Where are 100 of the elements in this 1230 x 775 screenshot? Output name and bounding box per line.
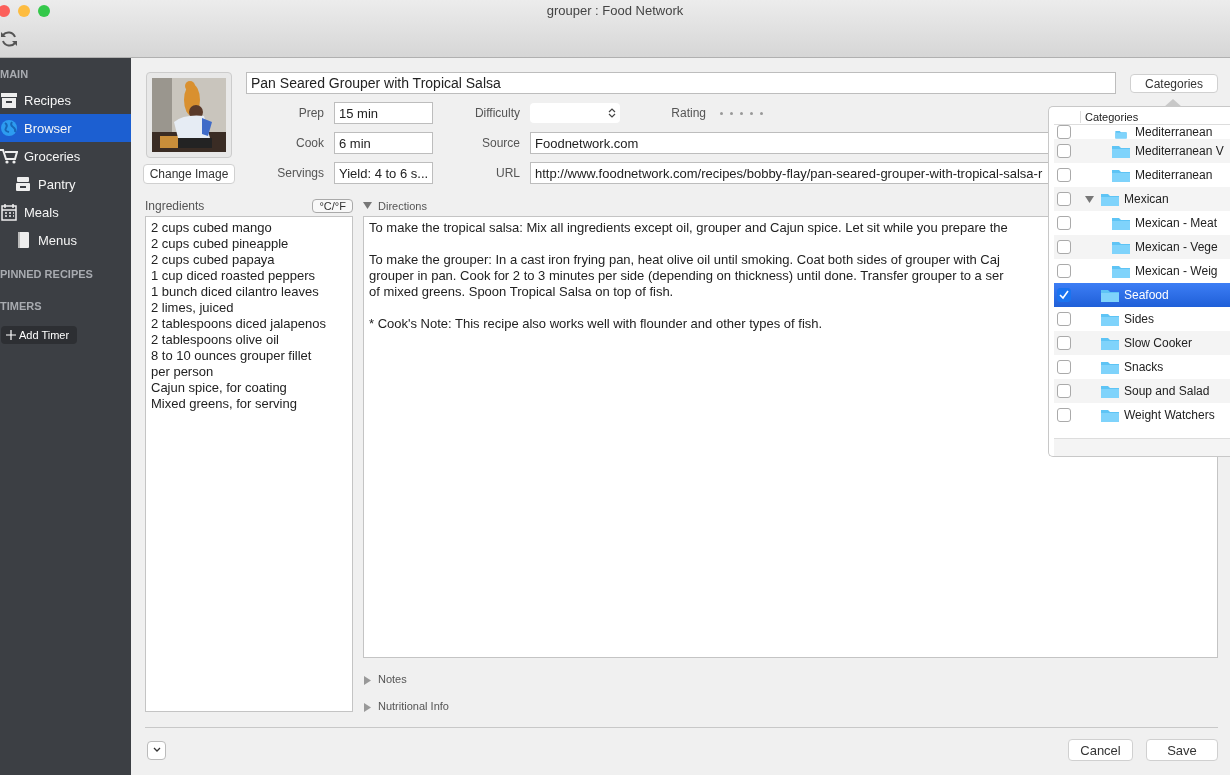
sidebar-item[interactable]: Groceries [0, 142, 131, 170]
chevron-down-icon [152, 747, 161, 753]
close-button[interactable] [0, 4, 10, 17]
text-line: * Cook's Note: This recipe also works well with flounder and other types of fish. [369, 315, 823, 332]
section-label: Ingredients [145, 199, 205, 213]
add-timer-button[interactable]: Add Timer [1, 326, 78, 344]
category-row[interactable]: Sides [1054, 307, 1230, 331]
field-label: Difficulty [473, 106, 520, 120]
checkbox[interactable] [1057, 240, 1071, 254]
category-row[interactable]: Slow Cooker [1054, 331, 1230, 355]
checkbox[interactable] [1057, 192, 1071, 206]
field-label: Prep [297, 106, 324, 120]
window-title: grouper : Food Network [546, 3, 684, 19]
checkbox[interactable] [1057, 288, 1071, 302]
ingredient-line: per person [151, 364, 215, 380]
expand-button[interactable] [147, 740, 166, 760]
checkbox[interactable] [1057, 312, 1071, 326]
refresh-icon[interactable] [0, 29, 19, 50]
section-header: TIMERS [0, 300, 42, 312]
folder-icon [1111, 239, 1131, 255]
sidebar-item[interactable]: Meals [0, 198, 131, 226]
units-button[interactable]: °C/°F [312, 199, 353, 213]
folder-icon [1111, 215, 1131, 231]
field-label: Servings [276, 166, 324, 180]
ingredient-line: 2 tablespoons olive oil [151, 332, 280, 348]
checkbox[interactable] [1057, 144, 1071, 158]
checkbox[interactable] [1057, 125, 1071, 139]
ingredient-line: 8 to 10 ounces grouper fillet [151, 348, 313, 364]
calendar-icon [0, 203, 18, 221]
section-header: PINNED RECIPES [0, 268, 93, 280]
sidebar-item[interactable]: Browser [0, 114, 131, 142]
category-row[interactable]: Seafood [1054, 283, 1230, 307]
save-button[interactable]: Save [1146, 739, 1218, 761]
sidebar-item[interactable]: Pantry [0, 170, 131, 198]
input-field[interactable]: 15 min [334, 102, 433, 124]
category-row[interactable]: Mexican [1054, 187, 1230, 211]
expanded-triangle-icon [363, 201, 372, 211]
ingredient-line: Mixed greens, for serving [151, 396, 298, 412]
plus-icon [6, 330, 16, 340]
ingredient-line: 2 cups cubed mango [151, 220, 273, 236]
difficulty-select[interactable] [530, 103, 620, 123]
folder-icon [1111, 263, 1131, 279]
title-field[interactable]: Pan Seared Grouper with Tropical Salsa [246, 72, 1116, 94]
ingredient-line: 2 tablespoons diced jalapenos [151, 316, 327, 332]
field-label: URL [495, 166, 520, 180]
expanded-triangle-icon[interactable] [1084, 194, 1094, 204]
folder-icon [1100, 311, 1120, 327]
checkbox[interactable] [1057, 336, 1071, 350]
category-row[interactable]: Mediterranean V [1054, 139, 1230, 163]
cancel-button[interactable]: Cancel [1068, 739, 1133, 761]
categories-button[interactable]: Categories [1130, 73, 1218, 93]
checkmark-icon [1059, 290, 1069, 300]
folder-icon [1100, 383, 1120, 399]
checkbox[interactable] [1057, 216, 1071, 230]
category-row[interactable]: Weight Watchers [1054, 403, 1230, 427]
category-row[interactable]: Mexican - Meat [1054, 211, 1230, 235]
ingredient-line: 2 limes, juiced [151, 300, 235, 316]
ingredients-box[interactable] [145, 216, 353, 712]
drawer-icon [14, 175, 32, 193]
folder-icon [1100, 287, 1120, 303]
folder-icon [1111, 143, 1131, 159]
checkbox[interactable] [1057, 168, 1071, 182]
checkbox[interactable] [1057, 384, 1071, 398]
ingredient-line: Cajun spice, for coating [151, 380, 288, 396]
rating-control[interactable] [720, 111, 763, 115]
ingredient-line: 1 bunch diced cilantro leaves [151, 284, 320, 300]
collapsed-triangle-icon [363, 703, 372, 712]
change-image-button[interactable]: Change Image [142, 164, 236, 184]
input-field[interactable]: Yield: 4 to 6 s... [334, 162, 433, 184]
folder-icon [1111, 167, 1131, 183]
minimize-button[interactable] [18, 4, 30, 17]
column-header: Categories [1080, 111, 1139, 123]
cart-icon [0, 147, 18, 165]
input-field[interactable]: 6 min [334, 132, 433, 154]
category-row[interactable]: Soup and Salad [1054, 379, 1230, 403]
checkbox[interactable] [1057, 264, 1071, 278]
ingredient-line: 2 cups cubed papaya [151, 252, 276, 268]
folder-icon [1100, 335, 1120, 351]
collapsed-triangle-icon [363, 676, 372, 686]
field-label: Rating [670, 106, 706, 120]
folder-icon [1100, 191, 1120, 207]
text-line: of mixed greens. Spoon Tropical Salsa on top of fish. [369, 283, 674, 300]
checkbox[interactable] [1057, 360, 1071, 374]
category-row[interactable]: Snacks [1054, 355, 1230, 379]
disclosure-toggle[interactable]: Notes [363, 658, 1218, 686]
zoom-button[interactable] [38, 4, 50, 17]
category-row[interactable]: Mexican - Vege [1054, 235, 1230, 259]
text-line: To make the grouper: In a cast iron frying pan, heat olive oil until smoking. Coat both sides of grouper with Caj [369, 251, 1000, 268]
section-header: MAIN [0, 68, 29, 80]
disclosure-toggle[interactable]: Nutritional Info [363, 685, 1218, 712]
sidebar-item[interactable]: Recipes [0, 86, 131, 114]
folder-icon [1100, 359, 1120, 375]
category-row[interactable]: Mexican - Weig [1054, 259, 1230, 283]
stepper-icon [608, 107, 616, 119]
checkbox[interactable] [1057, 408, 1071, 422]
globe-icon [0, 119, 18, 137]
field-label: Source [480, 136, 520, 150]
field-label: Cook [295, 136, 324, 150]
sidebar-item[interactable]: Menus [0, 226, 131, 254]
folder-icon [1100, 407, 1120, 423]
